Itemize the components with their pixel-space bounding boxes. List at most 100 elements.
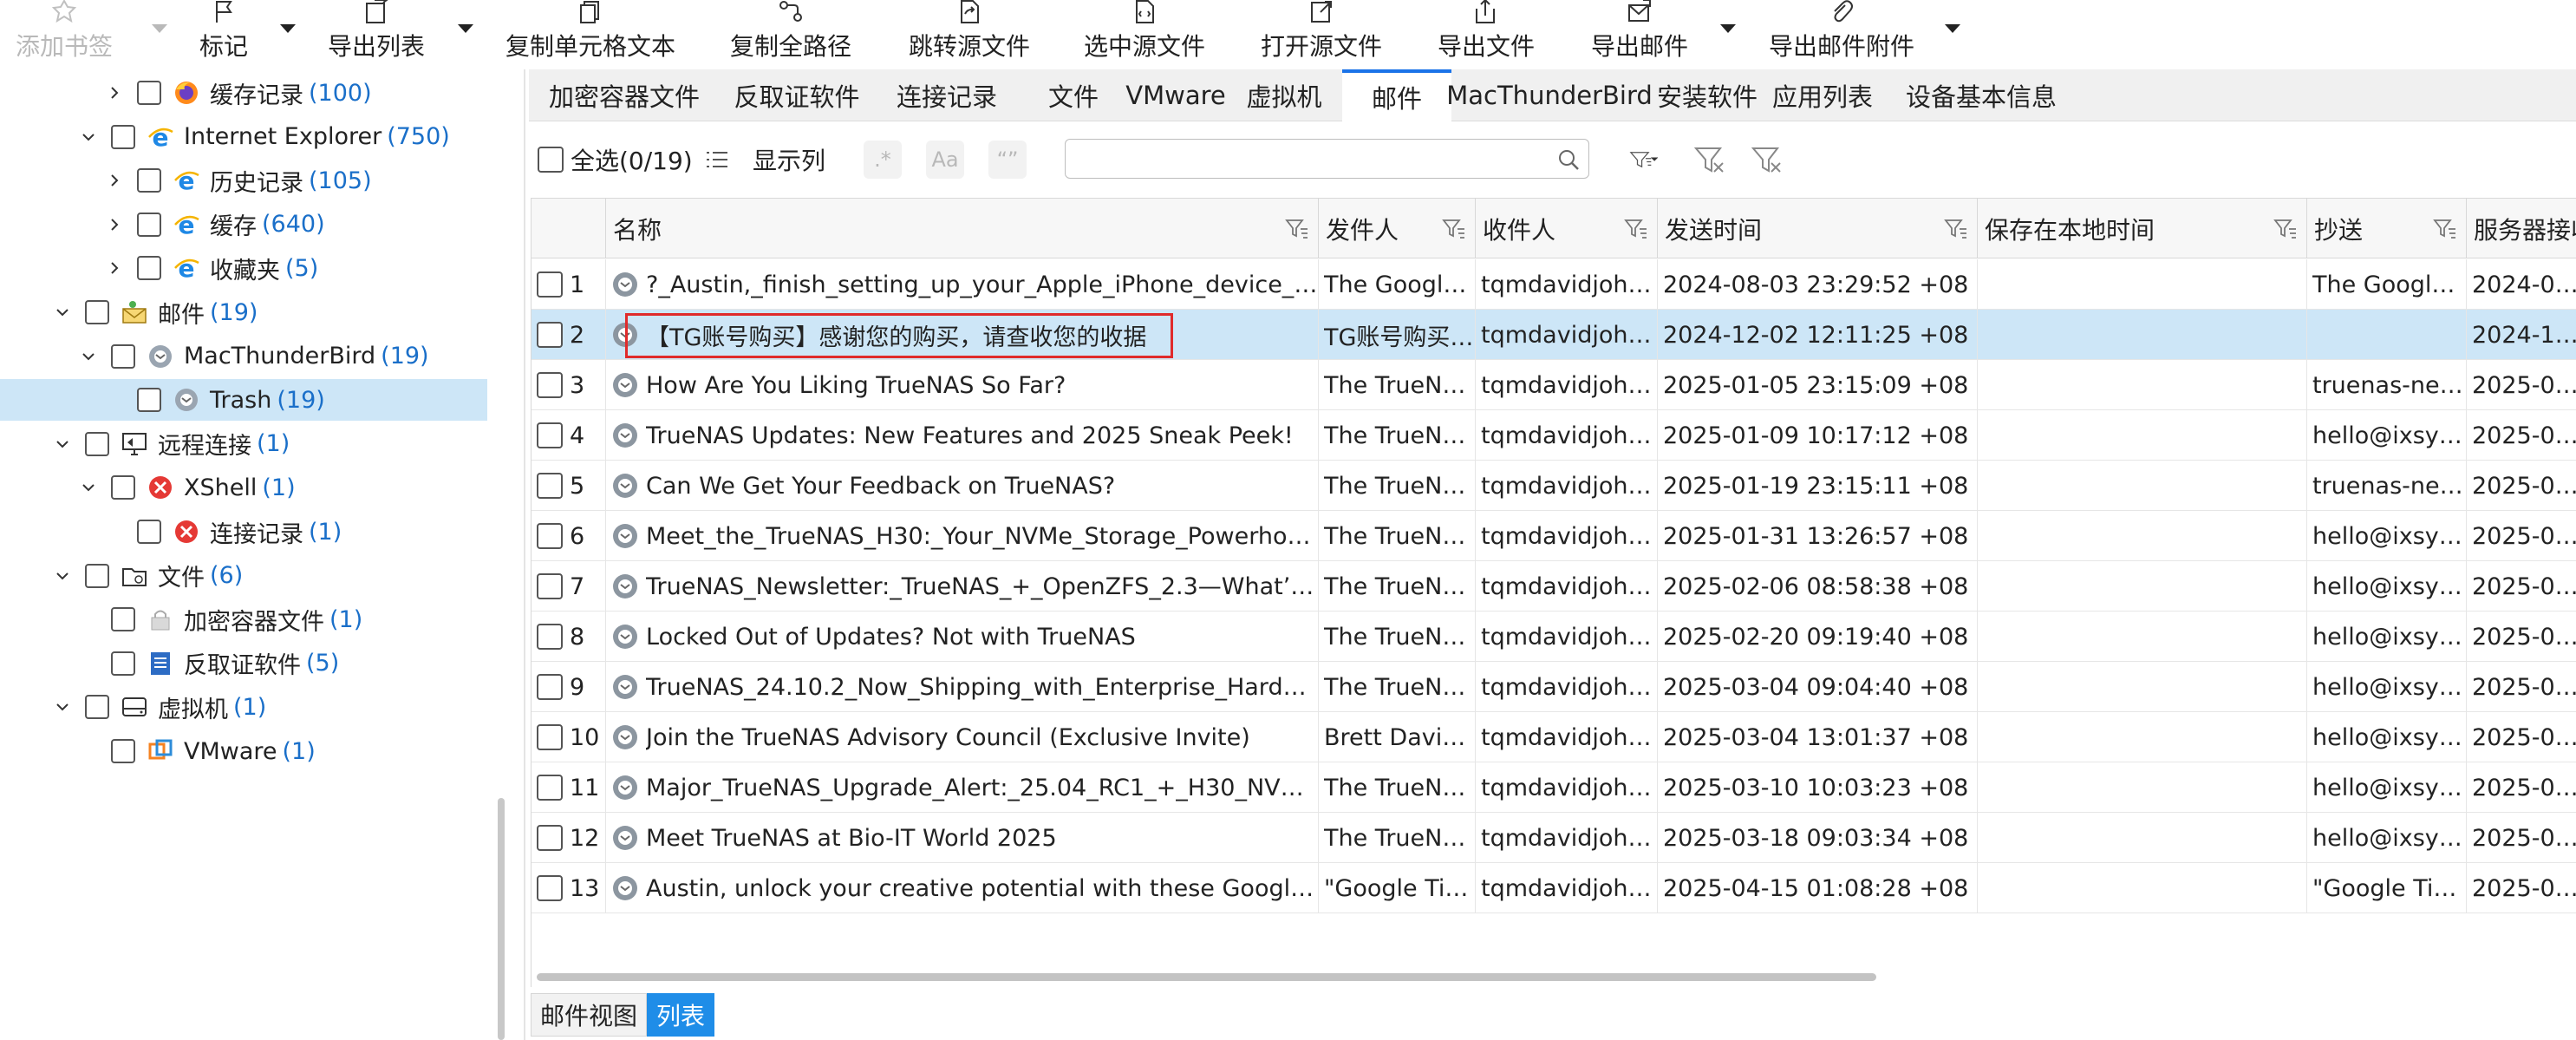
server-cell[interactable]: 2025-02-0 bbox=[2467, 561, 2576, 612]
local-cell[interactable] bbox=[1978, 461, 2307, 511]
to-cell[interactable]: tqmdavidjohn... bbox=[1476, 662, 1658, 712]
to-cell[interactable]: tqmdavidjohn... bbox=[1476, 410, 1658, 461]
cc-cell[interactable]: truenas-news... bbox=[2307, 360, 2467, 410]
select-all-label[interactable]: 全选(0/19) bbox=[571, 121, 693, 198]
cc-cell[interactable]: hello@ixsyste... bbox=[2307, 511, 2467, 561]
row-checkbox[interactable] bbox=[537, 322, 563, 348]
tree-item[interactable]: VMware (1) bbox=[0, 730, 487, 772]
export-list-button[interactable]: 导出列表 bbox=[328, 0, 425, 69]
column-header[interactable]: 服务器接收 bbox=[2467, 199, 2576, 258]
row-checkbox[interactable] bbox=[537, 473, 563, 499]
cc-cell[interactable]: hello@ixsyste... bbox=[2307, 813, 2467, 863]
search-input[interactable] bbox=[1065, 139, 1589, 179]
column-list-icon[interactable] bbox=[704, 141, 730, 179]
name-cell[interactable]: Meet TrueNAS at Bio-IT World 2025 bbox=[606, 813, 1319, 863]
server-cell[interactable]: 2025-03-1 bbox=[2467, 762, 2576, 813]
tree-scrollbar[interactable] bbox=[498, 798, 505, 1040]
tree-item[interactable]: 缓存记录 (100) bbox=[0, 72, 487, 114]
expand-arrow-icon[interactable] bbox=[106, 172, 123, 189]
add-bookmark-dropdown-icon[interactable] bbox=[152, 24, 167, 33]
tree-checkbox[interactable] bbox=[137, 256, 161, 281]
from-cell[interactable]: The TrueNAS... bbox=[1319, 813, 1476, 863]
sent-cell[interactable]: 2025-01-05 23:15:09 +08 bbox=[1658, 360, 1978, 410]
table-row[interactable]: 5 Can We Get Your Feedback on TrueNAS? The… bbox=[532, 461, 2576, 511]
row-checkbox[interactable] bbox=[537, 775, 563, 801]
to-cell[interactable]: tqmdavidjohn... bbox=[1476, 310, 1658, 360]
from-cell[interactable]: Brett Davis <h... bbox=[1319, 712, 1476, 762]
row-checkbox[interactable] bbox=[537, 825, 563, 851]
from-cell[interactable]: TG账号购买平... bbox=[1319, 310, 1476, 360]
server-cell[interactable]: 2025-01-3 bbox=[2467, 511, 2576, 561]
name-cell[interactable]: TrueNAS Updates: New Features and 2025 S… bbox=[606, 410, 1319, 461]
from-cell[interactable]: The TrueNAS... bbox=[1319, 662, 1476, 712]
tree-item[interactable]: 加密容器文件 (1) bbox=[0, 598, 487, 640]
server-cell[interactable]: 2025-01-0 bbox=[2467, 410, 2576, 461]
tab-item[interactable]: 连接记录 bbox=[876, 69, 1018, 121]
tree-checkbox[interactable] bbox=[111, 343, 135, 369]
tree-checkbox[interactable] bbox=[111, 739, 135, 763]
add-bookmark-button[interactable]: 添加书签 bbox=[16, 0, 113, 69]
local-cell[interactable] bbox=[1978, 259, 2307, 310]
local-cell[interactable] bbox=[1978, 712, 2307, 762]
row-checkbox[interactable] bbox=[537, 523, 563, 549]
sent-cell[interactable]: 2025-04-15 01:08:28 +08 bbox=[1658, 863, 1978, 913]
column-header[interactable]: 收件人 bbox=[1476, 199, 1658, 258]
table-row[interactable]: 6 Meet_the_TrueNAS_H30:_Your_NVMe_Storage… bbox=[532, 511, 2576, 561]
name-cell[interactable]: 【TG账号购买】感谢您的购买，请查收您的收据 bbox=[606, 310, 1319, 360]
row-checkbox[interactable] bbox=[537, 573, 563, 599]
name-cell[interactable]: ?_Austin,_finish_setting_up_your_Apple_i… bbox=[606, 259, 1319, 310]
tree-item[interactable]: e 历史记录 (105) bbox=[0, 160, 487, 201]
open-source-file-button[interactable]: 打开源文件 bbox=[1261, 0, 1382, 69]
column-filter-icon[interactable] bbox=[2433, 218, 2457, 240]
sent-cell[interactable]: 2025-03-10 10:03:23 +08 bbox=[1658, 762, 1978, 813]
table-row[interactable]: 8 Locked Out of Updates? Not with TrueNAS… bbox=[532, 612, 2576, 662]
cc-cell[interactable]: truenas-news... bbox=[2307, 461, 2467, 511]
local-cell[interactable] bbox=[1978, 612, 2307, 662]
server-cell[interactable]: 2025-03-0 bbox=[2467, 712, 2576, 762]
column-filter-icon[interactable] bbox=[1442, 218, 1466, 240]
table-row[interactable]: 1 ?_Austin,_finish_setting_up_your_Apple_… bbox=[532, 259, 2576, 310]
local-cell[interactable] bbox=[1978, 561, 2307, 612]
tree-checkbox[interactable] bbox=[111, 475, 135, 500]
tree-checkbox[interactable] bbox=[111, 651, 135, 676]
name-cell[interactable]: Locked Out of Updates? Not with TrueNAS bbox=[606, 612, 1319, 662]
expand-arrow-icon[interactable] bbox=[106, 259, 123, 277]
regex-toggle[interactable]: .* bbox=[864, 141, 902, 179]
to-cell[interactable]: tqmdavidjohn... bbox=[1476, 712, 1658, 762]
select-all-checkbox[interactable] bbox=[538, 147, 564, 173]
tree-checkbox[interactable] bbox=[111, 607, 135, 632]
tree-checkbox[interactable] bbox=[85, 695, 109, 720]
to-cell[interactable]: tqmdavidjohn... bbox=[1476, 612, 1658, 662]
tree-checkbox[interactable] bbox=[137, 168, 161, 193]
local-cell[interactable] bbox=[1978, 863, 2307, 913]
from-cell[interactable]: The TrueNAS... bbox=[1319, 360, 1476, 410]
collapse-arrow-icon[interactable] bbox=[80, 348, 97, 365]
name-cell[interactable]: Major_TrueNAS_Upgrade_Alert:_25.04_RC1_+… bbox=[606, 762, 1319, 813]
row-checkbox[interactable] bbox=[537, 674, 563, 700]
collapse-arrow-icon[interactable] bbox=[80, 128, 97, 146]
table-row[interactable]: 11 Major_TrueNAS_Upgrade_Alert:_25.04_RC1… bbox=[532, 762, 2576, 813]
horizontal-scrollbar[interactable] bbox=[537, 973, 1876, 981]
local-cell[interactable] bbox=[1978, 360, 2307, 410]
whole-word-toggle[interactable]: “” bbox=[988, 141, 1027, 179]
cc-cell[interactable]: hello@ixsyste... bbox=[2307, 762, 2467, 813]
tab-item[interactable]: 设备基本信息 bbox=[1890, 69, 2072, 121]
export-mail-dropdown-icon[interactable] bbox=[1720, 24, 1736, 33]
tree-item[interactable]: Trash (19) bbox=[0, 379, 487, 422]
export-list-dropdown-icon[interactable] bbox=[458, 24, 473, 33]
sent-cell[interactable]: 2025-03-18 09:03:34 +08 bbox=[1658, 813, 1978, 863]
sent-cell[interactable]: 2025-01-19 23:15:11 +08 bbox=[1658, 461, 1978, 511]
table-row[interactable]: 13 Austin, unlock your creative potential… bbox=[532, 863, 2576, 913]
from-cell[interactable]: The TrueNAS... bbox=[1319, 410, 1476, 461]
jump-source-file-button[interactable]: 跳转源文件 bbox=[909, 0, 1030, 69]
to-cell[interactable]: tqmdavidjohn... bbox=[1476, 863, 1658, 913]
filter-dropdown-icon[interactable] bbox=[1620, 141, 1672, 179]
tree-item[interactable]: e 收藏夹 (5) bbox=[0, 247, 487, 289]
search-icon[interactable] bbox=[1557, 148, 1580, 171]
tree-checkbox[interactable] bbox=[85, 300, 109, 324]
server-cell[interactable]: 2025-01-0 bbox=[2467, 360, 2576, 410]
server-cell[interactable]: 2025-02-2 bbox=[2467, 612, 2576, 662]
column-header[interactable]: 发送时间 bbox=[1658, 199, 1978, 258]
local-cell[interactable] bbox=[1978, 662, 2307, 712]
cc-cell[interactable]: hello@ixsyste... bbox=[2307, 410, 2467, 461]
